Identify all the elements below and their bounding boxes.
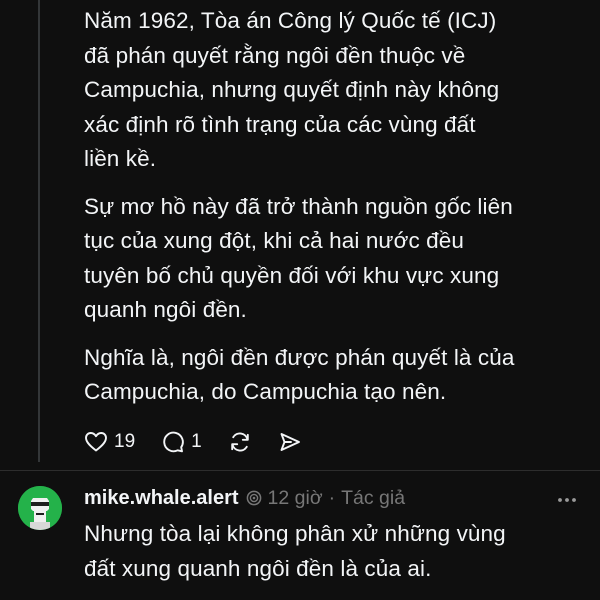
like-count: 19: [114, 431, 136, 452]
reply-item: mike.whale.alert 12 giờ · Tác giả Nhưng …: [0, 471, 600, 600]
share-button[interactable]: [278, 430, 302, 454]
heart-icon: [84, 430, 108, 454]
repost-icon: [228, 430, 252, 454]
reply-time: 12 giờ: [267, 486, 323, 509]
avatar[interactable]: [18, 486, 62, 530]
post-body: Năm 1962, Tòa án Công lý Quốc tế (ICJ) đ…: [84, 4, 584, 423]
username-link[interactable]: mike.whale.alert: [84, 487, 239, 510]
verified-icon: [246, 490, 262, 506]
thread-line: [38, 0, 40, 462]
post-paragraph-1: Năm 1962, Tòa án Công lý Quốc tế (ICJ) đ…: [84, 8, 500, 171]
meta-separator: ·: [328, 486, 336, 509]
reply-text: Nhưng tòa lại không phân xử những vùng đ…: [84, 521, 506, 581]
more-icon[interactable]: [557, 497, 577, 503]
send-icon: [278, 430, 302, 454]
reply-count: 1: [191, 431, 202, 452]
repost-button[interactable]: [228, 430, 252, 454]
reply-header: mike.whale.alert 12 giờ · Tác giả: [84, 484, 405, 512]
post-paragraph-2: Sự mơ hồ này đã trở thành nguồn gốc liên…: [84, 193, 513, 323]
reply-button[interactable]: 1: [161, 430, 202, 454]
like-button[interactable]: 19: [84, 430, 135, 454]
comment-icon: [161, 430, 185, 454]
post-actions: 19 1: [84, 426, 328, 458]
author-badge: Tác giả: [341, 486, 406, 509]
post-paragraph-3: Nghĩa là, ngôi đền được phán quyết là củ…: [84, 344, 515, 405]
